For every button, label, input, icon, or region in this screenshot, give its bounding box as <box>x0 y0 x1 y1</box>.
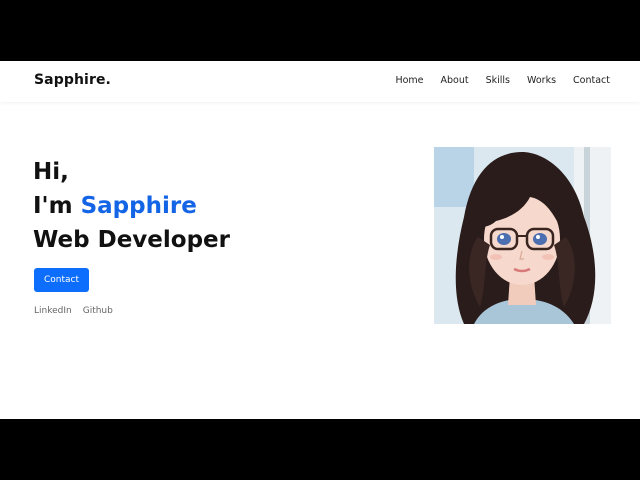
hero-heading: Hi, I'm Sapphire Web Developer <box>33 155 230 257</box>
hero-intro-prefix: I'm <box>33 193 73 219</box>
nav-about[interactable]: About <box>441 75 469 86</box>
hero-role: Web Developer <box>33 227 230 253</box>
hero-intro: I'm Sapphire <box>33 189 230 223</box>
portrait-illustration <box>434 147 611 324</box>
linkedin-link[interactable]: LinkedIn <box>34 306 72 316</box>
nav-contact[interactable]: Contact <box>573 75 610 86</box>
github-link[interactable]: Github <box>83 306 113 316</box>
nav-home[interactable]: Home <box>395 75 423 86</box>
brand-logo[interactable]: Sapphire. <box>34 72 111 88</box>
letterbox-top <box>0 0 640 61</box>
hero-name: Sapphire <box>80 193 197 219</box>
contact-button[interactable]: Contact <box>34 268 89 292</box>
nav-works[interactable]: Works <box>527 75 556 86</box>
main-nav: Home About Skills Works Contact <box>378 75 610 86</box>
letterbox-bottom <box>0 419 640 480</box>
portrait-image <box>434 147 611 324</box>
nav-skills[interactable]: Skills <box>486 75 510 86</box>
social-links: LinkedIn Github <box>34 306 113 316</box>
site-header: Sapphire. Home About Skills Works Contac… <box>0 61 640 102</box>
hero-greeting: Hi, <box>33 159 69 185</box>
portfolio-page: Sapphire. Home About Skills Works Contac… <box>0 61 640 419</box>
